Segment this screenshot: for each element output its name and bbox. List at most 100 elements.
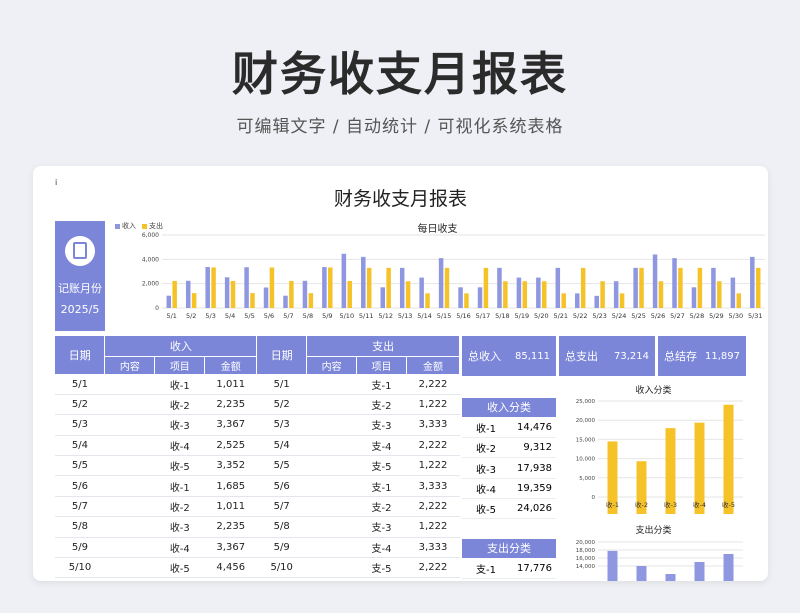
cell-content[interactable] — [104, 435, 155, 457]
category-bar — [665, 574, 676, 581]
cell-amount[interactable]: 1,222 — [406, 516, 460, 538]
cell-item[interactable]: 收-5 — [154, 455, 205, 477]
cell-content[interactable] — [306, 455, 357, 477]
cell-amount[interactable]: 1,685 — [204, 475, 257, 497]
month-value[interactable]: 2025/5 — [55, 303, 105, 316]
cell-content[interactable] — [104, 455, 155, 477]
y-tick-label: 0 — [592, 495, 596, 501]
cell-amount[interactable]: 3,352 — [204, 455, 257, 477]
cell-amount[interactable]: 2,235 — [204, 516, 257, 538]
month-panel: 记账月份 2025/5 — [55, 221, 105, 331]
cell-item[interactable]: 收-3 — [154, 414, 205, 436]
sheet-title: 财务收支月报表 — [333, 188, 467, 210]
cell-item[interactable]: 支-2 — [356, 496, 407, 518]
expense-bar — [425, 293, 430, 308]
table-row: 5/5 收-5 3,352 5/5 支-5 1,222 — [55, 455, 460, 477]
cell-date[interactable]: 5/3 — [55, 414, 105, 436]
expense-bar — [328, 267, 333, 308]
cell-amount[interactable]: 2,222 — [406, 435, 460, 457]
cell-date[interactable]: 5/4 — [256, 435, 307, 457]
cell-date[interactable]: 5/2 — [256, 394, 307, 416]
cell-amount[interactable]: 2,222 — [406, 374, 460, 395]
cell-content[interactable] — [306, 374, 357, 395]
cell-amount[interactable]: 2,235 — [204, 394, 257, 416]
cell-date[interactable]: 5/7 — [256, 496, 307, 518]
cell-item[interactable]: 支-3 — [356, 414, 407, 436]
cell-content[interactable] — [306, 414, 357, 436]
cell-item[interactable]: 收-4 — [154, 537, 205, 559]
cell-item[interactable]: 收-1 — [154, 374, 205, 395]
cell-content[interactable] — [104, 374, 155, 395]
cell-content[interactable] — [104, 516, 155, 538]
cell-content[interactable] — [104, 475, 155, 497]
x-tick-label: 5/24 — [612, 312, 627, 320]
cell-item[interactable]: 支-2 — [356, 394, 407, 416]
cell-date[interactable]: 5/5 — [55, 455, 105, 477]
cell-content[interactable] — [306, 435, 357, 457]
cell-content[interactable] — [104, 394, 155, 416]
cell-amount[interactable]: 1,222 — [406, 455, 460, 477]
document-pen-icon — [65, 236, 95, 266]
income-bar — [594, 295, 599, 308]
cell-amount[interactable]: 2,222 — [406, 496, 460, 518]
cell-content[interactable] — [306, 557, 357, 579]
cell-date[interactable]: 5/10 — [256, 557, 307, 579]
cell-date[interactable]: 5/3 — [256, 414, 307, 436]
cell-item[interactable]: 支-5 — [356, 455, 407, 477]
cell-date[interactable]: 5/1 — [55, 374, 105, 395]
cell-content[interactable] — [306, 516, 357, 538]
cell-date[interactable]: 5/1 — [256, 374, 307, 395]
cell-amount[interactable]: 2,525 — [204, 435, 257, 457]
cell-content[interactable] — [104, 414, 155, 436]
cell-content[interactable] — [104, 496, 155, 518]
cell-date[interactable]: 5/10 — [55, 557, 105, 579]
cell-amount[interactable]: 3,367 — [204, 537, 257, 559]
cell-date[interactable]: 5/6 — [55, 475, 105, 497]
cell-item[interactable]: 支-5 — [356, 557, 407, 579]
cell-item[interactable]: 收-3 — [154, 516, 205, 538]
cell-amount[interactable]: 4,456 — [204, 557, 257, 579]
cell-date[interactable]: 5/9 — [256, 537, 307, 559]
cell-amount[interactable]: 2,222 — [406, 557, 460, 579]
cell-date[interactable]: 5/5 — [256, 455, 307, 477]
table-row: 5/10 收-5 4,456 5/10 支-5 2,222 — [55, 557, 460, 579]
category-bar — [723, 554, 734, 581]
cell-date[interactable]: 5/6 — [256, 475, 307, 497]
cell-date[interactable]: 5/8 — [256, 516, 307, 538]
y-tick-label: 4,000 — [142, 256, 159, 263]
cell-amount[interactable]: 1,222 — [406, 394, 460, 416]
cell-item[interactable]: 收-2 — [154, 496, 205, 518]
cell-item[interactable]: 收-5 — [154, 557, 205, 579]
cell-date[interactable]: 5/9 — [55, 537, 105, 559]
cell-content[interactable] — [306, 496, 357, 518]
cell-item[interactable]: 支-4 — [356, 435, 407, 457]
cell-item[interactable]: 收-1 — [154, 475, 205, 497]
cell-date[interactable]: 5/7 — [55, 496, 105, 518]
cell-item[interactable]: 支-1 — [356, 475, 407, 497]
cell-amount[interactable]: 3,367 — [204, 414, 257, 436]
cell-item[interactable]: 支-4 — [356, 537, 407, 559]
cell-content[interactable] — [104, 557, 155, 579]
cell-amount[interactable]: 1,011 — [204, 496, 257, 518]
cell-amount[interactable]: 1,011 — [204, 374, 257, 395]
cell-date[interactable]: 5/8 — [55, 516, 105, 538]
cell-amount[interactable]: 3,333 — [406, 414, 460, 436]
expense-bar — [289, 280, 294, 308]
cell-item[interactable]: 支-1 — [356, 374, 407, 395]
cell-date[interactable]: 5/2 — [55, 394, 105, 416]
cell-content[interactable] — [306, 537, 357, 559]
cell-content[interactable] — [306, 475, 357, 497]
cell-content[interactable] — [306, 394, 357, 416]
cell-amount[interactable]: 3,333 — [406, 475, 460, 497]
cell-date[interactable]: 5/4 — [55, 435, 105, 457]
cell-item[interactable]: 收-2 — [154, 394, 205, 416]
category-value: 9,312 — [523, 442, 552, 454]
cell-item[interactable]: 收-4 — [154, 435, 205, 457]
x-tick-label: 5/28 — [690, 312, 705, 320]
cell-content[interactable] — [104, 537, 155, 559]
cell-amount[interactable]: 3,333 — [406, 537, 460, 559]
income-category-header: 收入分类 — [462, 398, 556, 417]
month-label: 记账月份 — [58, 282, 102, 295]
table-row: 5/7 收-2 1,011 5/7 支-2 2,222 — [55, 496, 460, 518]
cell-item[interactable]: 支-3 — [356, 516, 407, 538]
